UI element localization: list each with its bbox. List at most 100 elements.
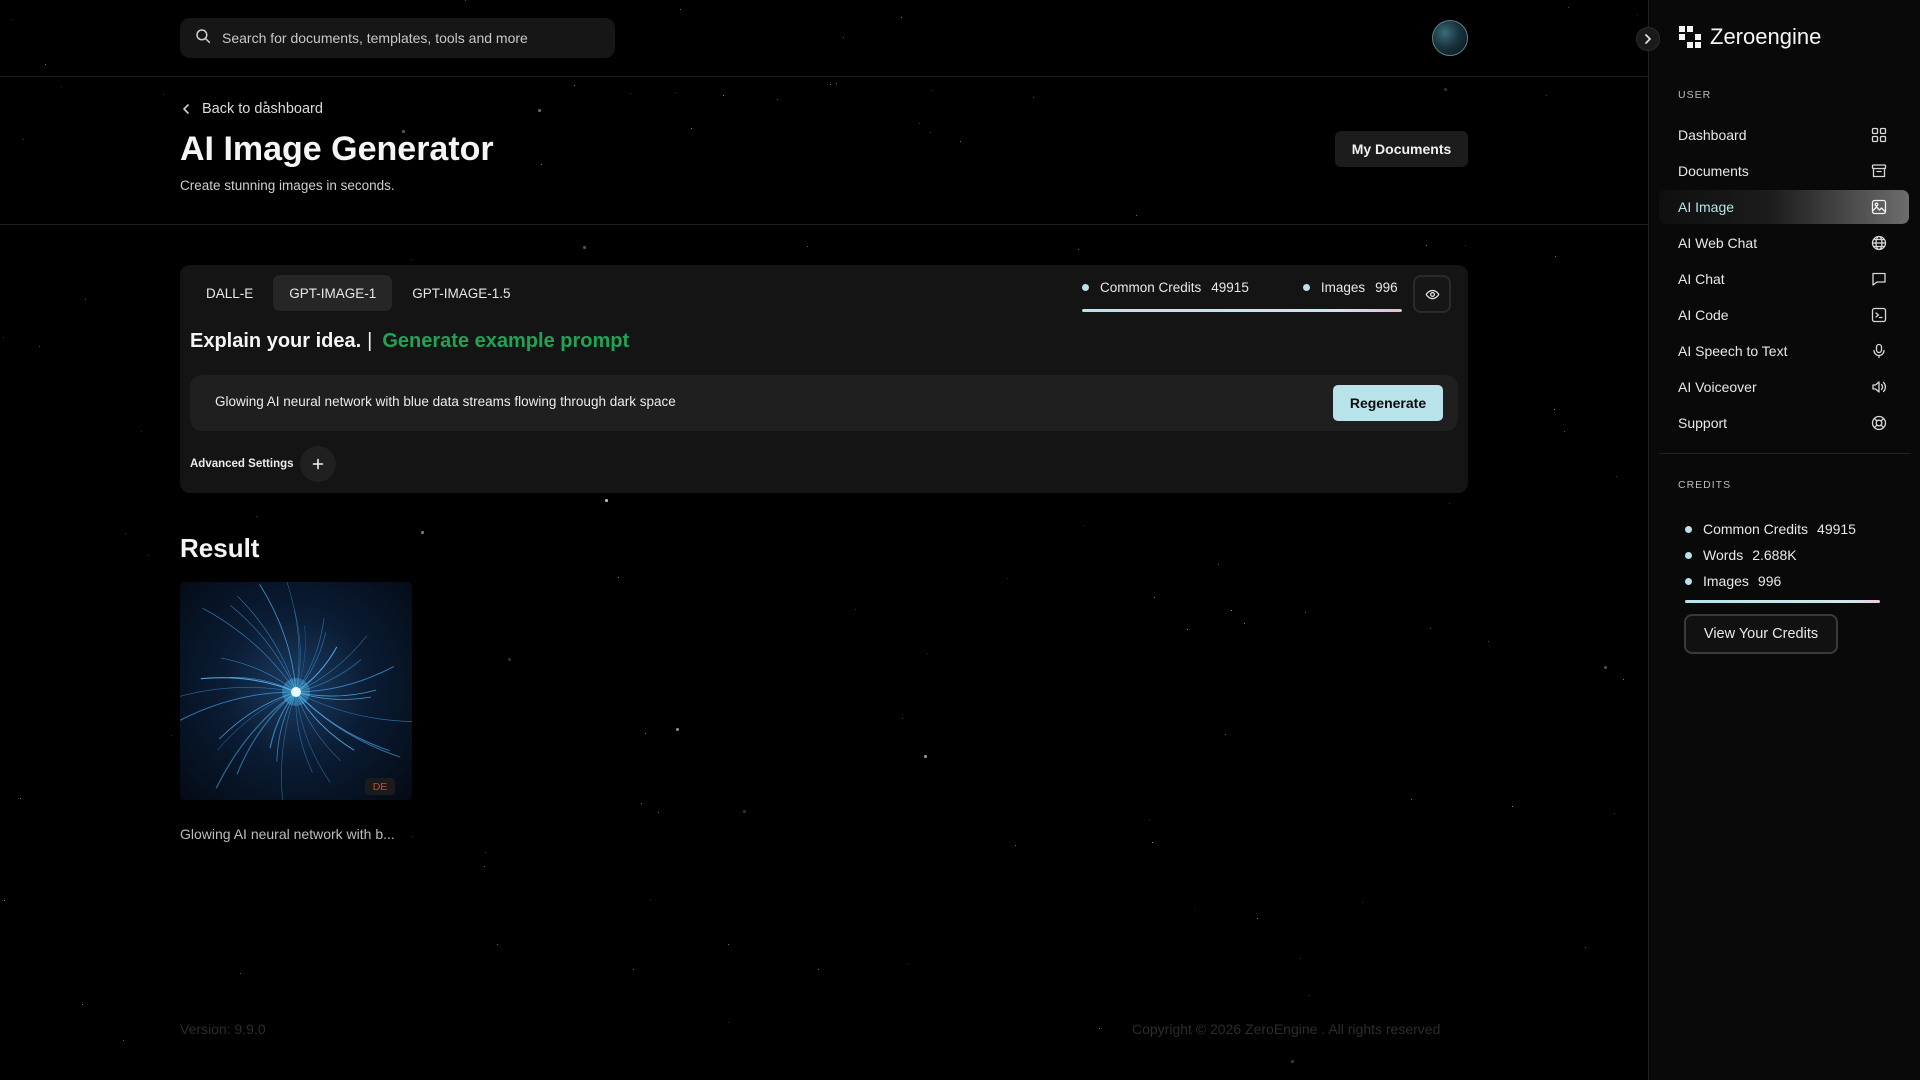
advanced-settings: Advanced Settings [190,446,336,482]
back-label: Back to dashboard [202,101,323,117]
user-section-label: USER [1678,89,1712,101]
prompt-field[interactable]: Glowing AI neural network with blue data… [190,375,1458,431]
lifebuoy-icon [1871,415,1887,431]
sidebar-item-label: AI Speech to Text [1678,343,1788,359]
regenerate-button[interactable]: Regenerate [1333,385,1443,421]
user-avatar[interactable] [1432,20,1468,56]
search-bar[interactable] [180,18,615,58]
sidebar-credit-list: Common Credits 49915 Words 2.688K Images… [1685,516,1856,594]
sidebar-collapse-button[interactable] [1636,27,1660,51]
tab-gpt-image-1-5[interactable]: GPT-IMAGE-1.5 [396,275,526,311]
idea-separator: | [367,330,373,352]
credit-label: Images [1703,573,1749,589]
credits-summary: Common Credits 49915 Images 996 [1082,277,1402,312]
sidebar-item-label: AI Code [1678,307,1729,323]
sidebar-item-ai-image[interactable]: AI Image [1659,190,1909,224]
footer-version: Version: 9.9.0 [180,1021,266,1037]
neural-strand [295,691,390,752]
page-subtitle: Create stunning images in seconds. [180,178,395,193]
credit-item-images: Images 996 [1685,568,1856,594]
advanced-settings-label: Advanced Settings [190,458,294,470]
globe-icon [1871,235,1887,251]
idea-label: Explain your idea. [190,330,362,352]
credit-value: 996 [1757,573,1782,589]
sidebar-item-label: Dashboard [1678,127,1747,143]
common-credits-value: 49915 [1211,279,1249,295]
archive-icon [1871,164,1887,178]
sidebar-item-ai-voiceover[interactable]: AI Voiceover [1659,370,1909,404]
model-tabs: DALL-E GPT-IMAGE-1 GPT-IMAGE-1.5 [190,275,527,311]
neural-strand [180,691,297,721]
sidebar-item-label: AI Web Chat [1678,235,1758,251]
sidebar-item-support[interactable]: Support [1659,406,1909,440]
result-image[interactable]: DE [180,582,412,800]
advanced-settings-toggle-button[interactable] [299,446,336,482]
credits-progress-fill [1082,309,1402,312]
neural-strand [286,582,300,693]
main-content: Back to dashboard AI Image Generator Cre… [0,0,1660,1080]
credits-section-label: CREDITS [1678,479,1732,491]
toggle-visibility-button[interactable] [1413,275,1451,313]
images-credits-label: Images [1320,279,1366,295]
credit-dot [1685,577,1692,585]
sidebar-item-label: Documents [1678,163,1749,179]
eye-icon [1425,287,1440,302]
neural-strand [180,687,297,697]
neural-network-image [180,582,412,800]
search-icon [194,27,212,50]
sidebar-item-ai-chat[interactable]: AI Chat [1659,262,1909,296]
credit-value: 49915 [1817,521,1856,537]
brand-name: Zeroengine [1710,24,1822,49]
sidebar-item-label: Support [1678,415,1728,431]
sidebar-item-documents[interactable]: Documents [1659,154,1909,188]
credit-dot [1685,525,1692,533]
credit-label: Words [1703,547,1744,563]
chat-icon [1872,272,1886,286]
top-bar [0,0,1648,77]
chevron-right-icon [1642,33,1654,45]
sidebar-divider [1659,453,1911,454]
zeroengine-logo-icon [1678,25,1702,49]
prompt-text[interactable]: Glowing AI neural network with blue data… [215,394,676,409]
speaker-icon [1872,381,1886,393]
idea-heading: Explain your idea. | Generate example pr… [190,330,629,353]
credit-dot [1082,283,1089,291]
plus-icon [312,458,324,470]
common-credits-label: Common Credits [1100,279,1202,295]
credit-item-common: Common Credits 49915 [1685,516,1856,542]
footer-copyright: Copyright © 2026 ZeroEngine . All rights… [1132,1021,1441,1037]
sidebar: Zeroengine USER Dashboard Documents AI I… [1648,0,1920,1080]
brand[interactable]: Zeroengine [1678,24,1821,50]
result-title: Result [180,533,260,563]
back-to-dashboard-link[interactable]: Back to dashboard [180,101,323,117]
sidebar-item-label: AI Voiceover [1678,379,1757,395]
page-title: AI Image Generator [180,130,494,168]
sidebar-item-label: AI Image [1678,199,1735,215]
my-documents-button[interactable]: My Documents [1335,131,1468,167]
images-credits-value: 996 [1375,279,1398,295]
view-your-credits-button[interactable]: View Your Credits [1684,614,1838,654]
credits-progress-bar [1082,309,1402,312]
sidebar-nav: Dashboard Documents AI Image AI Web Chat… [1659,118,1909,442]
credit-item-words: Words 2.688K [1685,542,1856,568]
neural-strand [295,691,401,758]
terminal-icon [1871,307,1887,323]
search-input[interactable] [222,30,602,46]
generator-card: DALL-E GPT-IMAGE-1 GPT-IMAGE-1.5 Common … [180,265,1468,493]
credit-dot [1685,551,1692,559]
sidebar-item-dashboard[interactable]: Dashboard [1659,118,1909,152]
chevron-left-icon [180,103,202,115]
generate-example-prompt-link[interactable]: Generate example prompt [382,330,629,353]
neural-strand [281,691,297,800]
tab-dall-e[interactable]: DALL-E [190,275,269,311]
image-badge: DE [365,778,395,795]
grid-icon [1871,127,1887,143]
sidebar-item-ai-code[interactable]: AI Code [1659,298,1909,332]
microphone-icon [1873,343,1885,359]
page-header: Back to dashboard AI Image Generator Cre… [0,77,1648,225]
credit-label: Common Credits [1703,521,1809,537]
tab-gpt-image-1[interactable]: GPT-IMAGE-1 [273,275,393,311]
sidebar-item-ai-web-chat[interactable]: AI Web Chat [1659,226,1909,260]
sidebar-item-ai-speech-to-text[interactable]: AI Speech to Text [1659,334,1909,368]
neural-core [291,687,301,697]
